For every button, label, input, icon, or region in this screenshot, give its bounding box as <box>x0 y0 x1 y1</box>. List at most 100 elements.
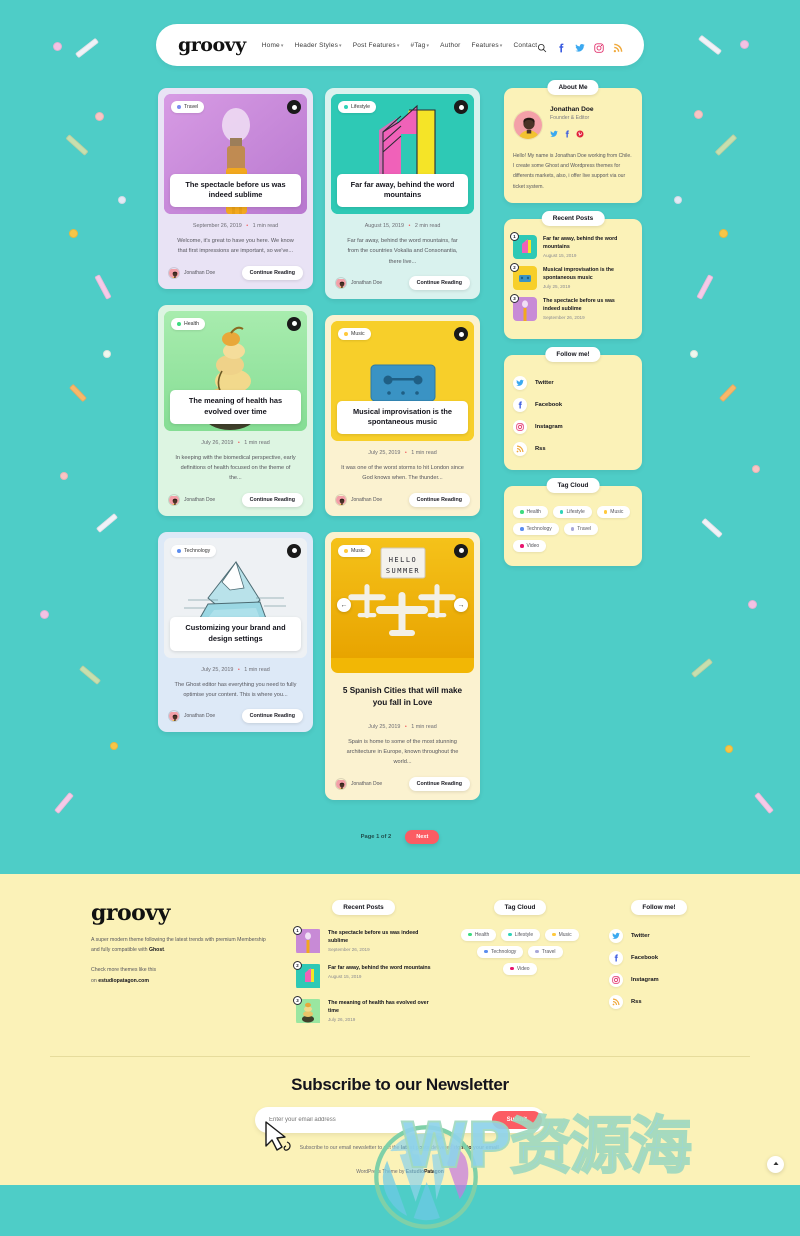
twitter-icon[interactable] <box>550 125 558 143</box>
post-category-badge[interactable]: Lifestyle <box>338 101 377 113</box>
tag-music[interactable]: Music <box>545 928 579 941</box>
continue-reading-button[interactable]: Continue Reading <box>241 492 303 507</box>
slider-prev-label: ← <box>340 601 348 609</box>
nav-item-home[interactable]: Home▾ <box>262 42 284 49</box>
tag-travel[interactable]: Travel <box>563 522 599 535</box>
post-category-badge[interactable]: Travel <box>171 101 205 113</box>
tag-health[interactable]: Health <box>461 928 497 941</box>
post-category-badge[interactable]: Music <box>338 328 371 341</box>
follow-item-twitter[interactable]: Twitter <box>513 375 633 390</box>
post-card[interactable]: Lifestyle Far far away, behind the word … <box>325 88 480 300</box>
category-dot-icon <box>344 548 348 553</box>
footer-follow-item-twitter[interactable]: Twitter <box>609 928 709 943</box>
post-category-badge[interactable]: Technology <box>171 544 217 557</box>
slider-prev-button[interactable]: ← <box>337 598 351 613</box>
author-name: Jonathan Doe <box>184 496 216 503</box>
continue-reading-button[interactable]: Continue Reading <box>408 276 470 291</box>
tag-video[interactable]: Video <box>503 962 537 975</box>
footer-recent-post-item[interactable]: 3 The meaning of health has evolved over… <box>293 995 431 1025</box>
email-field[interactable] <box>269 1116 492 1123</box>
footer-recent-post-item[interactable]: 2 Far far away, behind the word mountain… <box>293 960 431 990</box>
continue-reading-button[interactable]: Continue Reading <box>241 709 303 724</box>
nav-item-author[interactable]: Author <box>440 42 460 49</box>
tag-video[interactable]: Video <box>513 539 547 552</box>
post-thumbnail[interactable]: Technology Customizing your brand and de… <box>164 537 307 658</box>
facebook-icon[interactable] <box>563 125 571 143</box>
continue-reading-button[interactable]: Continue Reading <box>408 776 470 791</box>
post-author[interactable]: Jonathan Doe <box>168 493 216 506</box>
instagram-icon[interactable] <box>594 40 605 53</box>
follow-label: Instagram <box>535 423 563 430</box>
bookmark-icon[interactable] <box>287 543 301 558</box>
recent-post-item[interactable]: 3 The spectacle before us was indeed sub… <box>510 293 633 321</box>
post-card[interactable]: Music Musical improvisation is the spont… <box>325 315 480 516</box>
facebook-icon <box>513 397 527 412</box>
bookmark-icon[interactable] <box>287 100 301 114</box>
post-title: Far far away, behind the word mountains <box>350 179 455 200</box>
continue-reading-button[interactable]: Continue Reading <box>241 265 303 280</box>
tag-lifestyle[interactable]: Lifestyle <box>552 505 592 518</box>
next-page-button[interactable]: Next <box>405 829 440 844</box>
tag-technology[interactable]: Technology <box>513 522 559 535</box>
post-category-badge[interactable]: Health <box>171 317 205 330</box>
twitter-icon[interactable] <box>575 40 586 52</box>
bookmark-icon[interactable] <box>454 543 468 558</box>
follow-item-facebook[interactable]: Facebook <box>513 397 633 412</box>
post-thumbnail[interactable]: Music Musical improvisation is the spont… <box>331 321 474 442</box>
post-card[interactable]: Travel The spectacle before us was indee… <box>158 88 313 289</box>
rss-icon <box>609 994 623 1009</box>
recent-post-item[interactable]: 1 Far far away, behind the word mountain… <box>510 231 633 259</box>
post-author[interactable]: Jonathan Doe <box>168 710 215 723</box>
footer-follow-item-facebook[interactable]: Facebook <box>609 950 709 965</box>
tag-travel[interactable]: Travel <box>528 945 563 958</box>
post-card[interactable]: HELLO SUMMER Music ← → 5 Spanish Cities … <box>325 531 480 800</box>
tag-health[interactable]: Health <box>513 505 548 518</box>
follow-item-rss[interactable]: Rss <box>513 441 633 456</box>
post-thumbnail[interactable]: Lifestyle Far far away, behind the word … <box>331 94 474 214</box>
post-author[interactable]: Jonathan Doe <box>335 777 382 790</box>
site-logo[interactable]: groovy <box>178 34 246 56</box>
post-author[interactable]: Jonathan Doe <box>335 493 382 506</box>
bookmark-icon[interactable] <box>287 316 301 331</box>
recent-post-date: August 15, 2019 <box>543 253 577 259</box>
bookmark-icon[interactable] <box>454 327 468 342</box>
post-author[interactable]: Jonathan Doe <box>335 277 382 290</box>
post-author[interactable]: Jonathan Doe <box>168 266 215 279</box>
tag-dot-icon <box>520 510 524 514</box>
pinterest-icon[interactable] <box>576 125 584 143</box>
facebook-icon[interactable] <box>556 40 566 53</box>
post-card[interactable]: Health The meaning of health has evolved… <box>158 304 313 516</box>
follow-item-instagram[interactable]: Instagram <box>513 419 633 434</box>
nav-item-features[interactable]: Features▾ <box>472 42 503 49</box>
submit-button[interactable]: Submit <box>491 1110 542 1129</box>
nav-item-header-styles[interactable]: Header Styles▾ <box>295 42 342 49</box>
bookmark-icon[interactable] <box>454 100 468 114</box>
tag-label: Music <box>558 931 572 938</box>
continue-reading-button[interactable]: Continue Reading <box>408 492 470 507</box>
post-thumbnail[interactable]: HELLO SUMMER Music ← → <box>331 537 474 673</box>
instagram-icon <box>609 972 623 987</box>
scroll-to-top-button[interactable] <box>767 1155 784 1173</box>
post-category-badge[interactable]: Music <box>338 544 371 557</box>
meta-separator: • <box>404 450 407 457</box>
post-card[interactable]: Technology Customizing your brand and de… <box>158 531 313 733</box>
footer-recent-post-item[interactable]: 1 The spectacle before us was indeed sub… <box>293 925 431 955</box>
tag-music[interactable]: Music <box>596 505 631 518</box>
rss-icon[interactable] <box>613 40 623 53</box>
slider-next-button[interactable]: → <box>454 598 468 613</box>
nav-item-contact[interactable]: Contact <box>514 42 538 49</box>
tag-technology[interactable]: Technology <box>477 945 524 958</box>
nav-item-tag[interactable]: #Tag▾ <box>411 42 430 49</box>
post-thumbnail[interactable]: Travel The spectacle before us was indee… <box>164 94 307 214</box>
follow-list: Twitter Facebook Instagram Rss <box>513 371 633 456</box>
footer-logo[interactable]: groovy <box>91 900 266 926</box>
search-icon[interactable] <box>537 40 547 53</box>
post-thumbnail[interactable]: Health The meaning of health has evolved… <box>164 310 307 431</box>
recent-post-item[interactable]: 2 Musical improvisation is the spontaneo… <box>510 262 633 290</box>
footer-site-link[interactable]: estudiopatagon.com <box>98 978 149 984</box>
copyright-brand[interactable]: EstudioPatagon <box>406 1169 444 1175</box>
tag-lifestyle[interactable]: Lifestyle <box>501 928 541 941</box>
nav-item-post-features[interactable]: Post Features▾ <box>353 42 400 49</box>
footer-follow-item-rss[interactable]: Rss <box>609 994 709 1009</box>
footer-follow-item-instagram[interactable]: Instagram <box>609 972 709 987</box>
